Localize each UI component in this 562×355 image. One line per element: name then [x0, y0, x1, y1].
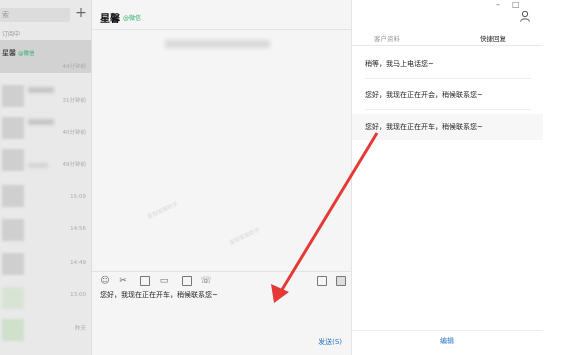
chat-sidebar: 索 + 订阅中 星馨 @微信 44分钟前 31分钟前 40分钟前 49分钟前 15…: [0, 0, 92, 355]
quick-reply-item[interactable]: 您好，我现在正在开会，稍候联系您~: [352, 89, 543, 101]
divider: [365, 109, 531, 110]
maximize-icon[interactable]: □: [512, 0, 520, 9]
quick-reply-item-selected[interactable]: 您好，我现在正在开车，稍候联系您~: [352, 114, 543, 140]
avatar: [2, 219, 24, 241]
emoji-icon[interactable]: ☺: [99, 275, 111, 287]
chat-history-icon[interactable]: [336, 276, 346, 286]
chat-panel: 星馨 @微信 星程客服助手 星程客服助手 ☺ ✂ ▭ ☏ 您好，我现在正在开车，…: [92, 0, 351, 355]
chat-item-time: 14:56: [70, 226, 86, 232]
avatar: [2, 253, 24, 275]
divider: [365, 78, 531, 79]
avatar: [2, 85, 24, 107]
chat-item[interactable]: 40分钟前: [0, 112, 91, 145]
tab-quick-reply[interactable]: 快捷回复: [480, 33, 506, 43]
avatar: [2, 185, 24, 207]
wechat-tag: @微信: [123, 15, 142, 22]
screenshot-icon[interactable]: [317, 276, 327, 286]
chat-item-time: 15:09: [70, 194, 86, 200]
blurred-message: [28, 163, 48, 168]
watermark: 星程客服助手: [228, 227, 262, 247]
avatar: [2, 117, 24, 139]
quick-reply-item[interactable]: 稍等，我马上电话您~: [352, 58, 543, 70]
chat-item-time: 49分钟前: [62, 162, 87, 168]
chat-item[interactable]: 49分钟前: [0, 144, 91, 177]
image-icon[interactable]: [140, 276, 150, 286]
chat-item[interactable]: 14:56: [0, 214, 91, 247]
chat-header: 星馨 @微信: [92, 0, 351, 30]
chat-title: 星馨: [100, 14, 120, 25]
chat-item-time: 13:00: [70, 292, 86, 298]
avatar: [2, 149, 24, 171]
chat-item-time: 31分钟前: [62, 98, 87, 104]
avatar: [2, 319, 24, 341]
blurred-message: [165, 40, 270, 48]
chat-item-time: 昨天: [74, 326, 86, 332]
chat-item-time: 40分钟前: [62, 130, 87, 136]
input-toolbar: ☺ ✂ ▭ ☏: [92, 271, 351, 289]
send-button[interactable]: 发送(S): [318, 337, 342, 347]
chat-item[interactable]: 31分钟前: [0, 80, 91, 113]
chat-item-time: 14:49: [70, 260, 86, 266]
right-panel: 客户资料 快捷回复 稍等，我马上电话您~ 您好，我现在正在开会，稍候联系您~ 您…: [351, 0, 543, 355]
tab-customer-info[interactable]: 客户资料: [374, 33, 400, 43]
divider: [352, 330, 543, 331]
chat-item[interactable]: 14:49: [0, 248, 91, 281]
search-input[interactable]: 索: [0, 8, 70, 22]
edit-button[interactable]: 编辑: [440, 336, 454, 346]
minimize-icon[interactable]: –: [496, 0, 500, 9]
chat-item-name: 星馨 @微信: [2, 49, 35, 57]
plus-icon[interactable]: +: [74, 6, 88, 20]
chat-item[interactable]: 13:00: [0, 282, 91, 315]
status-text: 订阅中: [2, 31, 21, 38]
phone-icon[interactable]: ☏: [200, 275, 212, 287]
blurred-name: [28, 119, 54, 125]
blurred-name: [28, 87, 54, 93]
card-icon[interactable]: [182, 276, 192, 286]
message-input[interactable]: 您好，我现在正在开车，稍候联系您~: [100, 290, 218, 300]
chat-item[interactable]: 昨天: [0, 314, 91, 347]
wechat-tag: @微信: [18, 51, 35, 57]
chat-item-time: 44分钟前: [62, 64, 87, 70]
panel-tabs: 客户资料 快捷回复: [352, 30, 543, 46]
scissors-icon[interactable]: ✂: [117, 275, 129, 287]
user-icon[interactable]: [519, 10, 531, 22]
watermark: 星程客服助手: [146, 201, 180, 221]
chat-item-active[interactable]: 星馨 @微信 44分钟前: [0, 40, 91, 73]
chat-item[interactable]: 15:09: [0, 180, 91, 213]
avatar: [2, 287, 24, 309]
folder-icon[interactable]: ▭: [158, 275, 170, 287]
